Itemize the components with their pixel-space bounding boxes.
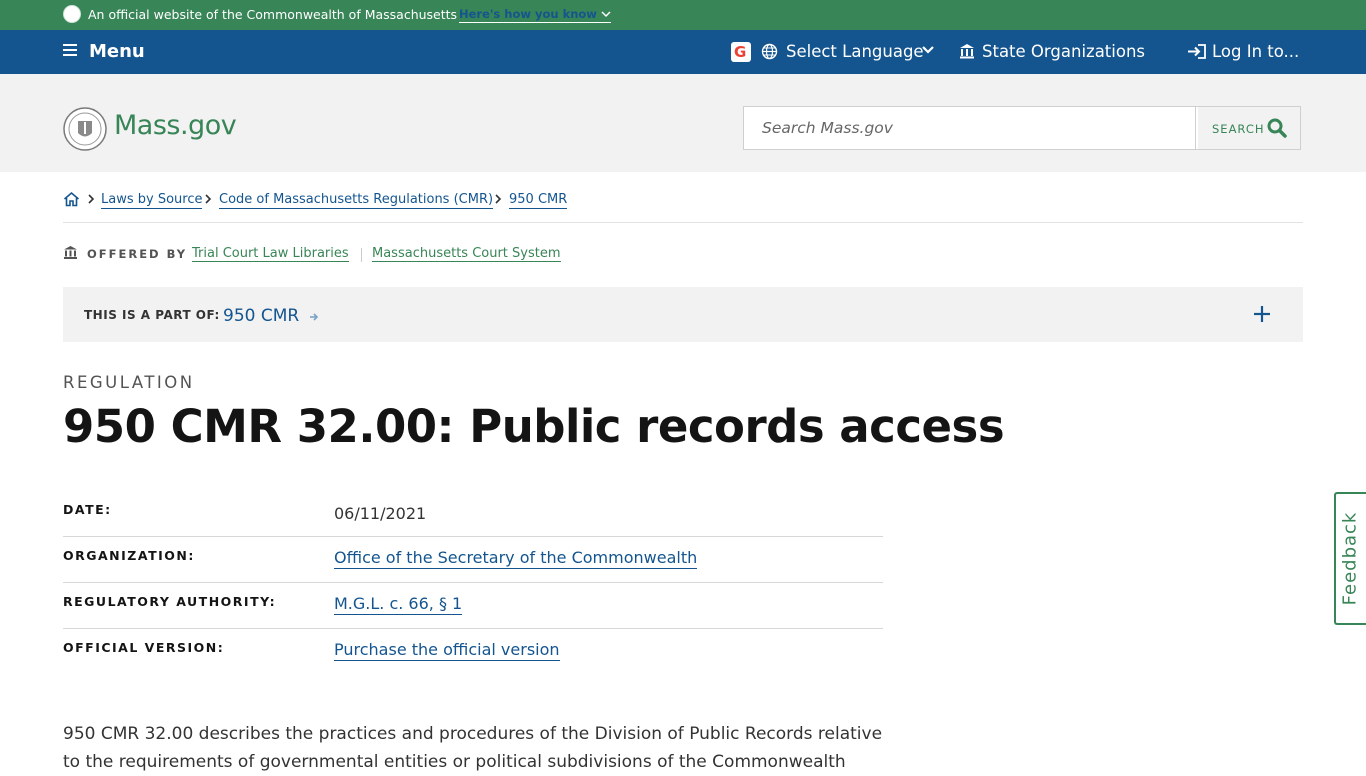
- feedback-tab[interactable]: Feedback: [1334, 492, 1366, 625]
- meta-value-official-version: Purchase the official version: [334, 640, 560, 661]
- breadcrumb-link-950-cmr[interactable]: 950 CMR: [509, 192, 568, 209]
- page-title: 950 CMR 32.00: Public records access: [63, 400, 1005, 453]
- part-of-label: THIS IS A PART OF:: [84, 308, 220, 322]
- chevron-down-icon: [922, 46, 934, 54]
- site-header: Mass.gov SEARCH: [0, 74, 1366, 172]
- meta-key: OFFICIAL VERSION:: [63, 640, 225, 655]
- login-icon: [1188, 44, 1206, 59]
- separator: [361, 248, 362, 262]
- heres-how-you-know-link[interactable]: Here's how you know: [459, 7, 611, 23]
- meta-row-organization: ORGANIZATION: Office of the Secretary of…: [63, 536, 883, 583]
- chevron-right-icon: [495, 194, 502, 204]
- select-language-button[interactable]: Select Language: [786, 42, 924, 61]
- breadcrumb-link-cmr[interactable]: Code of Massachusetts Regulations (CMR): [219, 192, 494, 209]
- google-translate-icon: G: [731, 42, 751, 62]
- login-button[interactable]: Log In to...: [1212, 42, 1299, 61]
- chevron-right-icon: [205, 194, 212, 204]
- home-icon[interactable]: [63, 191, 80, 207]
- meta-key: DATE:: [63, 502, 112, 517]
- feedback-label: Feedback: [1339, 511, 1361, 606]
- meta-value-date: 06/11/2021: [334, 504, 427, 523]
- heres-how-you-know-label: Here's how you know: [459, 7, 597, 21]
- organization-link[interactable]: Office of the Secretary of the Commonwea…: [334, 548, 698, 569]
- globe-icon: [761, 43, 778, 60]
- utility-nav: Menu G Select Language State Organizatio…: [0, 30, 1366, 74]
- chevron-right-icon: [88, 194, 95, 204]
- part-of-link[interactable]: 950 CMR: [223, 306, 299, 326]
- site-logo-text[interactable]: Mass.gov: [114, 110, 237, 141]
- state-organizations-button[interactable]: State Organizations: [982, 42, 1145, 61]
- menu-button[interactable]: Menu: [89, 41, 145, 62]
- meta-key: ORGANIZATION:: [63, 548, 195, 563]
- meta-row-regulatory-authority: REGULATORY AUTHORITY: M.G.L. c. 66, § 1: [63, 582, 883, 629]
- breadcrumb-item[interactable]: Laws by Source: [101, 192, 203, 209]
- chevron-down-icon: [601, 11, 611, 18]
- breadcrumb-link-laws-by-source[interactable]: Laws by Source: [101, 192, 203, 209]
- state-seal-icon: [63, 5, 81, 23]
- breadcrumb-item[interactable]: 950 CMR: [509, 192, 568, 209]
- mass-seal-logo-icon[interactable]: [63, 107, 107, 151]
- offered-by-trial-court-law-libraries[interactable]: Trial Court Law Libraries: [192, 246, 349, 262]
- official-banner: An official website of the Commonwealth …: [0, 0, 1366, 30]
- breadcrumb-item[interactable]: Code of Massachusetts Regulations (CMR): [219, 192, 494, 209]
- offered-by-label: OFFERED BY: [87, 247, 188, 261]
- purchase-official-version-link[interactable]: Purchase the official version: [334, 640, 560, 661]
- search-input[interactable]: [744, 107, 1196, 149]
- meta-row-date: DATE: 06/11/2021: [63, 490, 883, 537]
- meta-value-organization: Office of the Secretary of the Commonwea…: [334, 548, 698, 569]
- search-form: SEARCH: [743, 106, 1301, 150]
- official-website-text: An official website of the Commonwealth …: [88, 7, 458, 22]
- building-icon: [960, 44, 974, 59]
- divider: [63, 222, 1303, 223]
- arrow-right-icon: [310, 313, 319, 321]
- page-category: REGULATION: [63, 373, 195, 392]
- search-button[interactable]: SEARCH: [1198, 107, 1300, 149]
- expand-plus-icon[interactable]: [1253, 305, 1271, 323]
- building-icon: [64, 246, 77, 259]
- regulatory-authority-link[interactable]: M.G.L. c. 66, § 1: [334, 594, 463, 615]
- search-button-label: SEARCH: [1212, 122, 1265, 136]
- meta-value-regulatory-authority: M.G.L. c. 66, § 1: [334, 594, 463, 615]
- part-of-bar: THIS IS A PART OF: 950 CMR: [63, 287, 1303, 342]
- meta-key: REGULATORY AUTHORITY:: [63, 594, 277, 609]
- hamburger-menu-icon[interactable]: [63, 44, 77, 58]
- offered-by-massachusetts-court-system[interactable]: Massachusetts Court System: [372, 246, 561, 262]
- search-icon: [1267, 118, 1287, 138]
- meta-row-official-version: OFFICIAL VERSION: Purchase the official …: [63, 628, 883, 674]
